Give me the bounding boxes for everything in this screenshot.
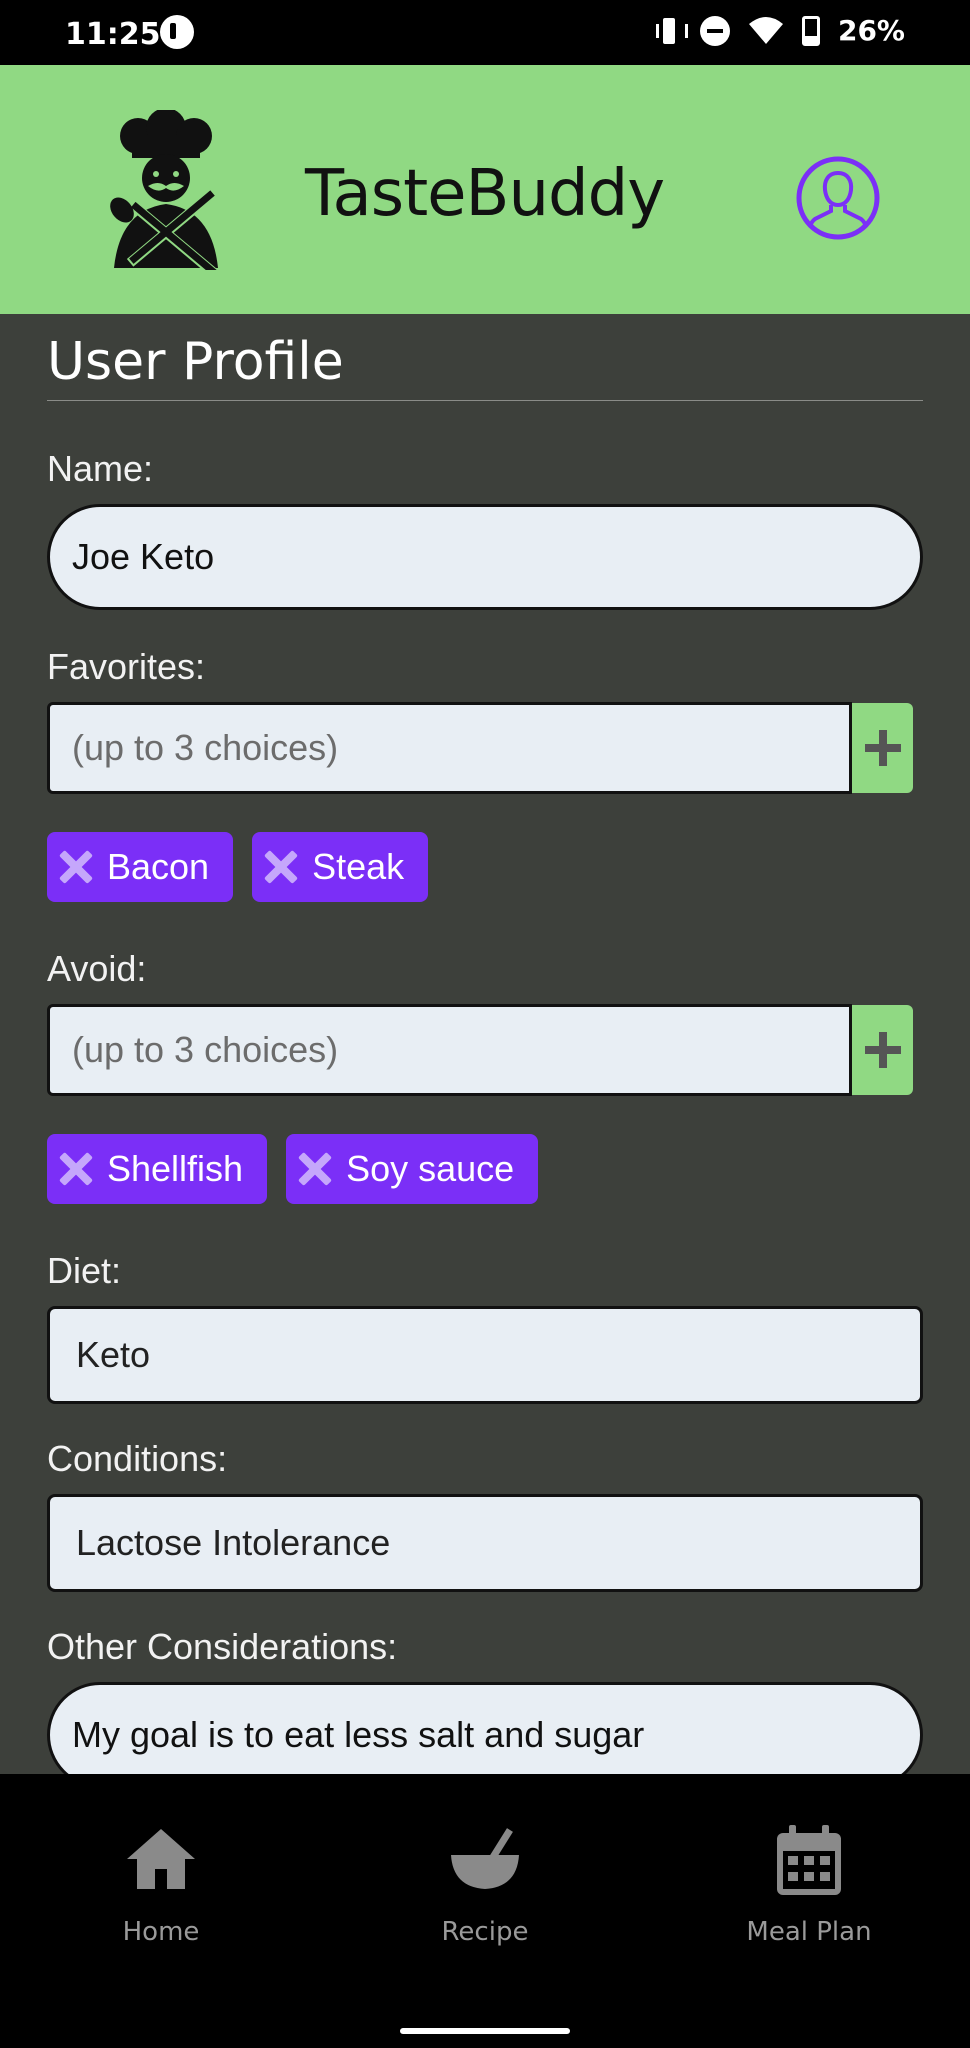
- favorites-chips: Bacon Steak: [47, 832, 429, 902]
- conditions-label: Conditions:: [47, 1438, 228, 1479]
- name-field[interactable]: Joe Keto: [47, 504, 923, 610]
- favorites-input-row: (up to 3 choices): [47, 702, 913, 794]
- calendar-icon: [777, 1825, 841, 1895]
- avoid-input-row: (up to 3 choices): [47, 1004, 913, 1096]
- remove-icon[interactable]: [59, 1152, 93, 1186]
- add-favorite-button[interactable]: [852, 703, 913, 793]
- chip-label: Shellfish: [107, 1148, 244, 1189]
- chef-logo-icon: [110, 110, 219, 270]
- diet-field[interactable]: Keto: [47, 1306, 923, 1404]
- nav-home-label: Home: [122, 1917, 200, 1947]
- diet-label: Diet:: [47, 1250, 122, 1291]
- profile-content[interactable]: User Profile Name: Joe Keto Favorites: (…: [0, 314, 970, 1774]
- chip-label: Soy sauce: [346, 1148, 515, 1189]
- bottom-navigation: Home Recipe Meal Plan: [0, 1774, 970, 2048]
- nav-recipe-label: Recipe: [441, 1917, 529, 1947]
- remove-icon[interactable]: [264, 850, 298, 884]
- app-header: TasteBuddy: [0, 65, 970, 314]
- avoid-label: Avoid:: [47, 948, 147, 989]
- other-considerations-field[interactable]: My goal is to eat less salt and sugar: [47, 1682, 923, 1774]
- nav-recipe[interactable]: Recipe: [385, 1819, 585, 1969]
- remove-icon[interactable]: [298, 1152, 332, 1186]
- page-title: User Profile: [47, 332, 344, 392]
- other-considerations-label: Other Considerations:: [47, 1626, 398, 1667]
- app-notification-icon: [160, 15, 194, 49]
- chip-label: Steak: [312, 846, 405, 887]
- favorites-label: Favorites:: [47, 646, 206, 687]
- remove-icon[interactable]: [59, 850, 93, 884]
- avoid-chips: Shellfish Soy sauce: [47, 1134, 539, 1204]
- profile-icon[interactable]: [795, 155, 881, 241]
- add-avoid-button[interactable]: [852, 1005, 913, 1095]
- vibrate-icon: [655, 16, 688, 46]
- nav-meal-plan-label: Meal Plan: [746, 1917, 872, 1947]
- avoid-input[interactable]: (up to 3 choices): [47, 1004, 852, 1096]
- status-icons: 26%: [655, 14, 905, 47]
- avoid-chip: Shellfish: [47, 1134, 268, 1204]
- home-icon: [127, 1829, 195, 1889]
- favorite-chip: Steak: [252, 832, 429, 902]
- status-time: 11:25: [65, 17, 161, 52]
- nav-home[interactable]: Home: [61, 1819, 261, 1969]
- title-divider: [47, 400, 923, 401]
- battery-icon: [801, 15, 820, 46]
- wifi-icon: [748, 16, 783, 44]
- home-indicator[interactable]: [400, 2028, 570, 2034]
- conditions-field[interactable]: Lactose Intolerance: [47, 1494, 923, 1592]
- favorites-input[interactable]: (up to 3 choices): [47, 702, 852, 794]
- name-label: Name:: [47, 448, 154, 489]
- battery-percent: 26%: [837, 14, 905, 47]
- bowl-icon: [451, 1828, 519, 1889]
- do-not-disturb-icon: [699, 15, 730, 46]
- avoid-chip: Soy sauce: [286, 1134, 539, 1204]
- status-bar: 11:25 26%: [0, 0, 970, 65]
- chip-label: Bacon: [107, 846, 210, 887]
- favorite-chip: Bacon: [47, 832, 234, 902]
- nav-meal-plan[interactable]: Meal Plan: [709, 1819, 909, 1969]
- app-title: TasteBuddy: [305, 157, 665, 231]
